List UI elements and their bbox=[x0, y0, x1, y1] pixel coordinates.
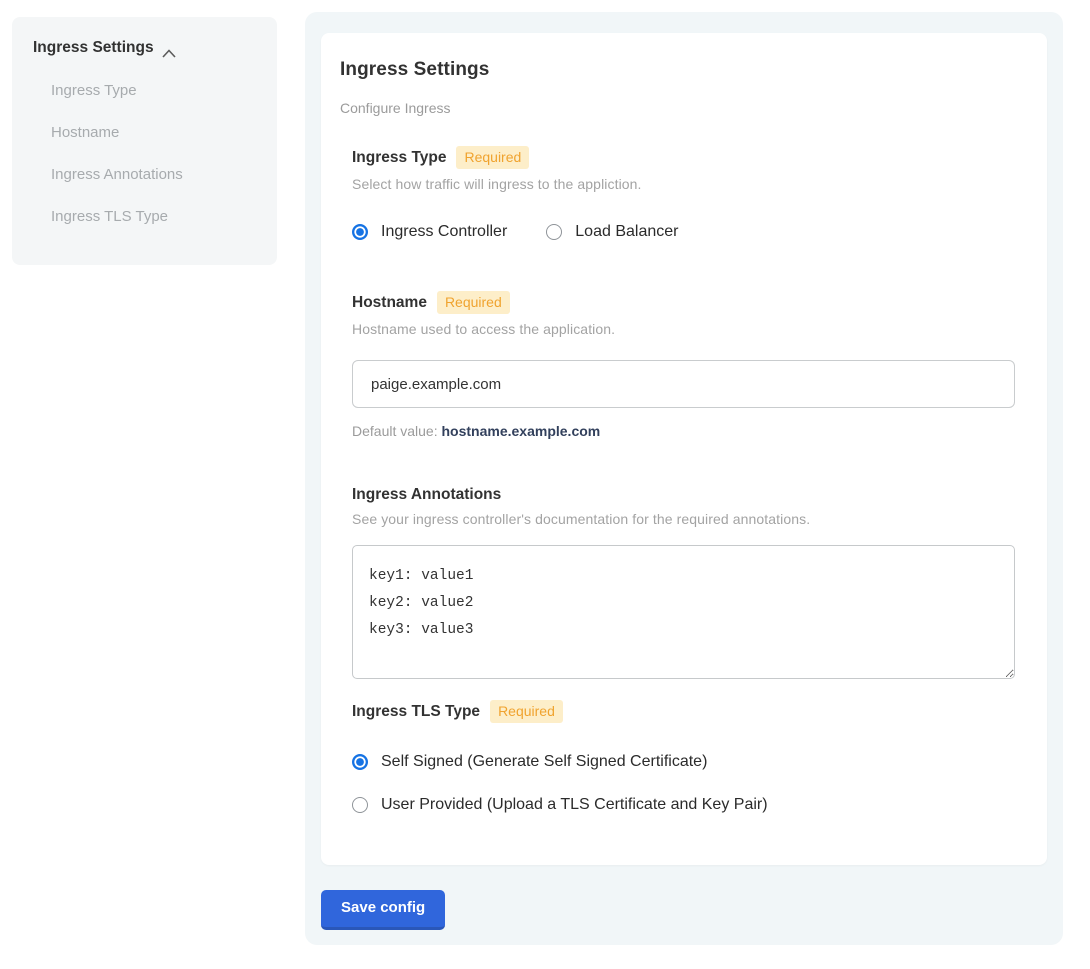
required-badge: Required bbox=[437, 291, 510, 314]
radio-unselected-icon[interactable] bbox=[352, 797, 368, 813]
radio-label: Ingress Controller bbox=[381, 223, 507, 241]
section-hostname: Hostname Required Hostname used to acces… bbox=[352, 291, 1015, 439]
sidebar-item-ingress-annotations[interactable]: Ingress Annotations bbox=[51, 166, 257, 183]
sidebar-item-ingress-type[interactable]: Ingress Type bbox=[51, 82, 257, 99]
sidebar-item-hostname[interactable]: Hostname bbox=[51, 124, 257, 141]
config-panel: Ingress Settings Configure Ingress Ingre… bbox=[305, 12, 1063, 945]
radio-load-balancer[interactable]: Load Balancer bbox=[546, 223, 678, 241]
save-config-button[interactable]: Save config bbox=[321, 890, 445, 930]
section-ingress-type: Ingress Type Required Select how traffic… bbox=[352, 146, 1015, 241]
sidebar-group-ingress-settings[interactable]: Ingress Settings bbox=[33, 39, 257, 57]
ingress-type-heading: Ingress Type bbox=[352, 149, 446, 167]
radio-label: User Provided (Upload a TLS Certificate … bbox=[381, 796, 768, 814]
section-ingress-tls-type: Ingress TLS Type Required Self Signed (G… bbox=[352, 700, 1015, 814]
radio-user-provided[interactable]: User Provided (Upload a TLS Certificate … bbox=[352, 796, 1015, 814]
hostname-default-line: Default value: hostname.example.com bbox=[352, 423, 1015, 439]
ingress-tls-type-heading: Ingress TLS Type bbox=[352, 703, 480, 721]
required-badge: Required bbox=[490, 700, 563, 723]
radio-label: Load Balancer bbox=[575, 223, 678, 241]
config-nav-sidebar: Ingress Settings Ingress Type Hostname I… bbox=[12, 17, 277, 265]
ingress-type-radio-group: Ingress Controller Load Balancer bbox=[352, 223, 1015, 241]
radio-selected-icon[interactable] bbox=[352, 224, 368, 240]
sidebar-item-ingress-tls-type[interactable]: Ingress TLS Type bbox=[51, 208, 257, 225]
radio-ingress-controller[interactable]: Ingress Controller bbox=[352, 223, 507, 241]
sidebar-group-title: Ingress Settings bbox=[33, 39, 154, 57]
page-subtitle: Configure Ingress bbox=[340, 100, 1015, 116]
ingress-annotations-description: See your ingress controller's documentat… bbox=[352, 511, 1015, 527]
page-title: Ingress Settings bbox=[340, 59, 1015, 81]
radio-label: Self Signed (Generate Self Signed Certif… bbox=[381, 753, 707, 771]
ingress-type-description: Select how traffic will ingress to the a… bbox=[352, 176, 1015, 192]
hostname-heading: Hostname bbox=[352, 294, 427, 312]
hostname-description: Hostname used to access the application. bbox=[352, 321, 1015, 337]
section-ingress-annotations: Ingress Annotations See your ingress con… bbox=[352, 486, 1015, 679]
default-value-prefix: Default value: bbox=[352, 423, 442, 439]
radio-self-signed[interactable]: Self Signed (Generate Self Signed Certif… bbox=[352, 753, 1015, 771]
radio-unselected-icon[interactable] bbox=[546, 224, 562, 240]
default-value-link[interactable]: hostname.example.com bbox=[442, 423, 601, 439]
chevron-up-icon bbox=[162, 45, 176, 54]
ingress-annotations-textarea[interactable]: key1: value1 key2: value2 key3: value3 bbox=[352, 545, 1015, 679]
radio-selected-icon[interactable] bbox=[352, 754, 368, 770]
ingress-tls-type-radio-group: Self Signed (Generate Self Signed Certif… bbox=[352, 753, 1015, 814]
hostname-input[interactable] bbox=[352, 360, 1015, 408]
ingress-settings-card: Ingress Settings Configure Ingress Ingre… bbox=[321, 33, 1047, 865]
required-badge: Required bbox=[456, 146, 529, 169]
ingress-annotations-heading: Ingress Annotations bbox=[352, 486, 501, 504]
